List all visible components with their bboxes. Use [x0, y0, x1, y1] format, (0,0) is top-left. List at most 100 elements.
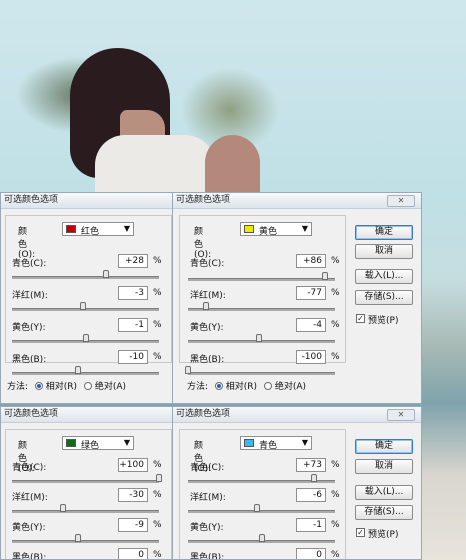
- cyan-label: 青色(C):: [190, 463, 225, 473]
- absolute-radio[interactable]: [83, 382, 92, 390]
- black-percent: %: [153, 352, 162, 362]
- cyan-input[interactable]: +100: [118, 458, 148, 472]
- color-select-value: 绿色: [81, 441, 100, 451]
- cyan-slider-thumb[interactable]: [156, 474, 162, 482]
- black-input[interactable]: 0: [118, 548, 148, 559]
- relative-radio[interactable]: [34, 382, 43, 390]
- magenta-slider-thumb[interactable]: [254, 504, 261, 512]
- close-icon[interactable]: ✕: [387, 409, 415, 421]
- black-input[interactable]: -100: [296, 350, 326, 364]
- preview-checkbox[interactable]: ✓: [356, 314, 365, 323]
- yellow-track[interactable]: [12, 540, 159, 543]
- magenta-label: 洋红(M):: [12, 493, 48, 503]
- black-track[interactable]: [188, 372, 335, 375]
- black-slider-thumb[interactable]: [185, 366, 191, 374]
- yellow-percent: %: [153, 320, 162, 330]
- magenta-label: 洋红(M):: [190, 291, 226, 301]
- slider-row-cyan: 青色(C): +100 %: [6, 458, 173, 488]
- relative-label[interactable]: 相对(R): [46, 382, 77, 392]
- color-swatch: [66, 225, 76, 233]
- magenta-label: 洋红(M):: [12, 291, 48, 301]
- yellow-slider-thumb[interactable]: [75, 534, 82, 542]
- color-group: 颜色(O): 黄色 ▼ 青色(C): +86 % 洋红(M): -77 % 黄色…: [179, 215, 347, 375]
- slider-row-black: 黑色(B): 0 %: [6, 548, 173, 560]
- yellow-label: 黄色(Y):: [12, 523, 46, 533]
- magenta-input[interactable]: -30: [118, 488, 148, 502]
- save-button[interactable]: 存储(S)...: [355, 290, 413, 305]
- yellow-label: 黄色(Y):: [190, 523, 224, 533]
- yellow-slider-thumb[interactable]: [255, 334, 262, 342]
- magenta-input[interactable]: -3: [118, 286, 148, 300]
- magenta-slider-thumb[interactable]: [202, 302, 209, 310]
- magenta-percent: %: [153, 490, 162, 500]
- cyan-input[interactable]: +86: [296, 254, 326, 268]
- black-slider-thumb[interactable]: [75, 366, 82, 374]
- cyan-percent: %: [153, 256, 162, 266]
- black-track[interactable]: [12, 372, 159, 375]
- preview-checkbox[interactable]: ✓: [356, 528, 365, 537]
- yellow-input[interactable]: -1: [296, 518, 326, 532]
- cyan-percent: %: [153, 460, 162, 470]
- cyan-slider-thumb[interactable]: [321, 272, 328, 280]
- save-button[interactable]: 存储(S)...: [355, 505, 413, 520]
- slider-row-magenta: 洋红(M): -3 %: [6, 286, 173, 316]
- relative-label[interactable]: 相对(R): [226, 382, 257, 392]
- relative-radio[interactable]: [214, 382, 223, 390]
- color-select[interactable]: 青色 ▼: [240, 436, 312, 451]
- method-label: 方法:: [187, 382, 209, 392]
- slider-row-cyan: 青色(C): +28 %: [6, 254, 173, 284]
- cyan-slider-thumb[interactable]: [103, 270, 110, 278]
- magenta-input[interactable]: -77: [296, 286, 326, 300]
- ok-button[interactable]: 确定: [355, 439, 413, 454]
- color-group: 颜色(O): 绿色 ▼ 青色(C): +100 % 洋红(M): -30 % 黄…: [5, 429, 173, 560]
- black-input[interactable]: -10: [118, 350, 148, 364]
- slider-row-cyan: 青色(C): +73 %: [180, 458, 347, 488]
- black-label: 黑色(B):: [190, 553, 225, 560]
- selective-color-dialog-cyan: 可选颜色选项 ✕ 颜色(O): 青色 ▼ 青色(C): +73 % 洋红(M):…: [172, 406, 422, 560]
- load-button[interactable]: 载入(L)...: [355, 269, 413, 284]
- magenta-track[interactable]: [12, 510, 159, 513]
- color-select[interactable]: 红色 ▼: [62, 222, 134, 237]
- cyan-track[interactable]: [12, 480, 159, 483]
- absolute-radio[interactable]: [263, 382, 272, 390]
- magenta-percent: %: [331, 490, 340, 500]
- cancel-button[interactable]: 取消: [355, 244, 413, 259]
- ok-button[interactable]: 确定: [355, 225, 413, 240]
- cyan-slider-thumb[interactable]: [311, 474, 318, 482]
- magenta-input[interactable]: -6: [296, 488, 326, 502]
- magenta-slider-thumb[interactable]: [79, 302, 86, 310]
- selective-color-dialog-red: 可选颜色选项 颜色(O): 红色 ▼ 青色(C): +28 % 洋红(M): -…: [0, 192, 175, 404]
- magenta-track[interactable]: [188, 510, 335, 513]
- cyan-input[interactable]: +73: [296, 458, 326, 472]
- magenta-track[interactable]: [188, 308, 335, 311]
- absolute-label[interactable]: 绝对(A): [95, 382, 126, 392]
- preview-label[interactable]: 预览(P): [368, 313, 398, 326]
- yellow-input[interactable]: -9: [118, 518, 148, 532]
- yellow-input[interactable]: -1: [118, 318, 148, 332]
- slider-row-yellow: 黄色(Y): -4 %: [180, 318, 347, 348]
- yellow-input[interactable]: -4: [296, 318, 326, 332]
- cyan-track[interactable]: [12, 276, 159, 279]
- cyan-label: 青色(C):: [12, 463, 47, 473]
- absolute-label[interactable]: 绝对(A): [275, 382, 306, 392]
- load-button[interactable]: 载入(L)...: [355, 485, 413, 500]
- close-icon[interactable]: ✕: [387, 195, 415, 207]
- cancel-button[interactable]: 取消: [355, 459, 413, 474]
- yellow-slider-thumb[interactable]: [82, 334, 89, 342]
- black-input[interactable]: 0: [296, 548, 326, 559]
- cyan-track[interactable]: [188, 278, 335, 281]
- method-row: 方法: 相对(R) 绝对(A): [187, 379, 306, 392]
- magenta-percent: %: [331, 288, 340, 298]
- black-label: 黑色(B):: [12, 355, 47, 365]
- slider-row-yellow: 黄色(Y): -1 %: [180, 518, 347, 548]
- yellow-slider-thumb[interactable]: [258, 534, 265, 542]
- selective-color-dialog-green: 可选颜色选项 颜色(O): 绿色 ▼ 青色(C): +100 % 洋红(M): …: [0, 406, 175, 560]
- color-select[interactable]: 绿色 ▼: [62, 436, 134, 451]
- magenta-slider-thumb[interactable]: [60, 504, 67, 512]
- black-percent: %: [153, 550, 162, 560]
- slider-row-yellow: 黄色(Y): -9 %: [6, 518, 173, 548]
- cyan-input[interactable]: +28: [118, 254, 148, 268]
- preview-label[interactable]: 预览(P): [368, 527, 398, 540]
- slider-row-black: 黑色(B): -10 %: [6, 350, 173, 380]
- black-label: 黑色(B):: [12, 553, 47, 560]
